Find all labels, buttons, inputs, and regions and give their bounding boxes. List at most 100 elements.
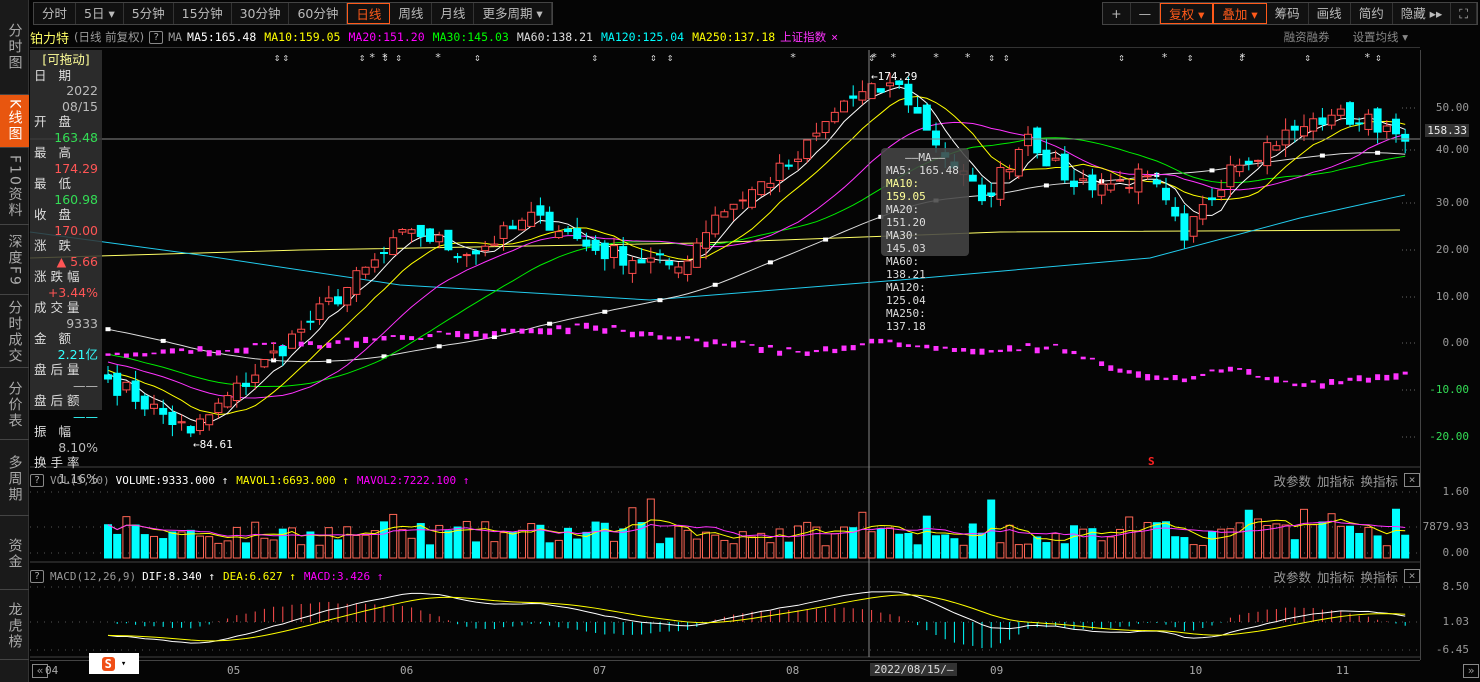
volume-bar [1346, 525, 1354, 559]
volume-bar [1097, 540, 1106, 559]
candle-body [104, 374, 112, 380]
candle-body [803, 139, 812, 160]
candle-body [1198, 204, 1207, 220]
index-candle [841, 345, 847, 351]
index-candle [445, 332, 451, 335]
volume-bar [922, 515, 931, 559]
volume-bar [205, 536, 214, 559]
vol-close-button[interactable]: × [1404, 473, 1420, 487]
scroll-right-button[interactable]: » [1463, 664, 1479, 678]
volume-bar [748, 536, 756, 559]
volume-bar [913, 544, 922, 559]
index-candle [813, 349, 819, 353]
vol-change-params-button[interactable]: 改参数 [1273, 471, 1311, 490]
candle-body [913, 107, 922, 114]
candle-body [343, 286, 352, 306]
date-axis: « 2022/08/15/— » 04 05 06 07 08 09 10 11 [30, 660, 1479, 682]
index-candle [1181, 378, 1187, 383]
vol-switch-indicator-button[interactable]: 换指标 [1360, 471, 1398, 490]
data-value: 163.48 [54, 129, 98, 145]
data-panel[interactable]: [可拖动] 日 期 2022 08/15 开 盘 163.48 最 高 174.29 最 低… [30, 50, 102, 486]
index-candle [1273, 376, 1279, 383]
macd-close-button[interactable]: × [1404, 569, 1420, 583]
volume-bar [1327, 513, 1336, 559]
ma60-marker [547, 321, 553, 326]
volume-bar [720, 539, 729, 559]
index-candle [1154, 375, 1160, 380]
data-label: 金 额 [34, 331, 75, 346]
index-candle [169, 348, 175, 354]
candle-body [1318, 117, 1327, 125]
vol-help-button[interactable]: ? [30, 473, 45, 487]
index-candle [252, 343, 258, 346]
vol-add-indicator-button[interactable]: 加指标 [1317, 471, 1355, 490]
index-candle [887, 339, 893, 343]
index-candle [1172, 374, 1178, 381]
data-label: 盘后量 [34, 362, 84, 377]
volume-bar [941, 534, 950, 559]
month-label: 06 [400, 664, 414, 677]
vol-value: MAVOL2:7222.100 ↑ [356, 473, 470, 487]
candle-body [1281, 129, 1290, 146]
candle-body [830, 111, 839, 123]
index-candle [179, 348, 185, 352]
drag-hint: [可拖动] [42, 52, 90, 67]
index-candle [473, 330, 479, 337]
event-marker: ⇕ [1187, 51, 1194, 64]
volume-bar [628, 507, 637, 559]
volume-bar [168, 531, 177, 559]
candle-body [858, 91, 867, 101]
event-marker: ⇕ [1003, 51, 1010, 64]
volume-bar [1235, 522, 1244, 559]
axis-tick: 30.00 [1435, 196, 1469, 209]
tooltip-row: MA30: 145.03 [886, 229, 926, 255]
index-candle [1264, 377, 1270, 381]
vol-value: VOLUME:9333.000 ↑ [115, 473, 229, 487]
index-candle [648, 332, 654, 336]
macd-help-button[interactable]: ? [30, 569, 45, 583]
volume-bar [895, 533, 904, 559]
s-marker: S [1148, 455, 1155, 468]
candle-body [1125, 186, 1134, 189]
volume-bar [904, 533, 913, 559]
volume-bar [996, 542, 1005, 559]
axis-tick: 50.00 [1435, 101, 1469, 114]
candle-body [1143, 175, 1152, 178]
candle-body [1042, 149, 1051, 167]
index-candle [694, 338, 700, 342]
macd-change-params-button[interactable]: 改参数 [1273, 567, 1311, 586]
ma60-marker [602, 309, 608, 314]
candle-body [481, 245, 490, 252]
data-value: ▲ 5.66 [56, 253, 98, 269]
data-label: 成交量 [34, 300, 84, 315]
volume-bar [214, 542, 223, 559]
event-marker: * [1239, 51, 1246, 64]
candle-body [324, 297, 333, 302]
macd-add-indicator-button[interactable]: 加指标 [1317, 567, 1355, 586]
candle-body [269, 350, 278, 354]
volume-bar [223, 540, 232, 559]
candle-body [1226, 164, 1235, 188]
volume-bar [150, 535, 158, 559]
index-candle [133, 352, 139, 357]
index-candle [1034, 347, 1040, 354]
index-candle [464, 333, 470, 339]
volume-bar [968, 523, 977, 559]
candle-body [315, 303, 324, 320]
macd-switch-indicator-button[interactable]: 换指标 [1360, 567, 1398, 586]
candle-body [536, 205, 545, 216]
input-method-icon[interactable]: S ▾ [89, 653, 139, 674]
data-value: 170.00 [54, 222, 98, 238]
candle-body [545, 211, 554, 231]
index-candle [795, 351, 801, 353]
candle-body [150, 403, 158, 409]
volume-bar [1180, 537, 1189, 559]
candle-body [1355, 122, 1364, 125]
ma20-line [107, 121, 1406, 399]
index-candle [372, 338, 378, 341]
candle-body [711, 214, 720, 235]
ma60-marker [160, 338, 166, 343]
volume-bar [702, 531, 710, 559]
tooltip-row: MA250: 137.18 [886, 307, 926, 333]
volume-bar [1208, 530, 1216, 559]
